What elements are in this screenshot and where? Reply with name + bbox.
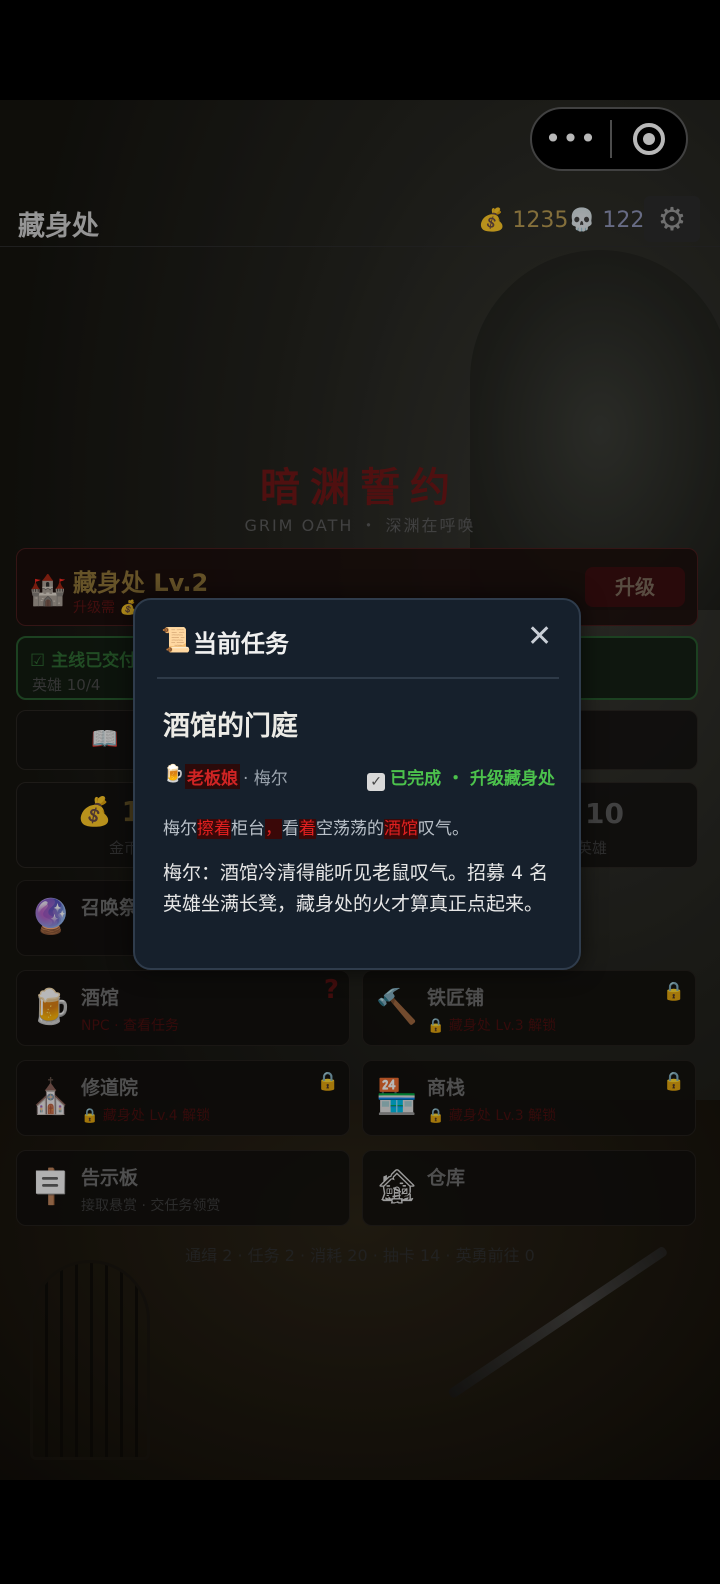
scroll-icon: 📜 bbox=[161, 626, 191, 654]
modal-divider bbox=[157, 677, 559, 679]
npc-name: · 梅尔 bbox=[243, 769, 288, 789]
current-quest-modal: 📜 当前任务 ✕ 酒馆的门庭 🍺 老板娘 · 梅尔 ✓ 已完成 ・ 升级藏身处 梅… bbox=[133, 598, 581, 970]
quest-name: 酒馆的门庭 bbox=[163, 711, 298, 742]
beer-mug-icon: 🍺 bbox=[163, 764, 185, 784]
quest-narration: 梅尔擦着柜台，看着空荡荡的酒馆叹气。 bbox=[163, 819, 469, 839]
quest-status: ✓ 已完成 ・ 升级藏身处 bbox=[367, 764, 555, 791]
quest-info-row: 🍺 老板娘 · 梅尔 ✓ 已完成 ・ 升级藏身处 bbox=[163, 764, 555, 791]
npc-role: 老板娘 bbox=[185, 764, 240, 789]
checkbox-icon: ✓ bbox=[367, 773, 386, 791]
modal-title: 当前任务 bbox=[193, 630, 289, 658]
quest-dialogue: 梅尔：酒馆冷清得能听见老鼠叹气。招募 4 名英雄坐满长凳，藏身处的火才算真正点起… bbox=[163, 862, 549, 915]
close-icon[interactable]: ✕ bbox=[527, 620, 552, 654]
